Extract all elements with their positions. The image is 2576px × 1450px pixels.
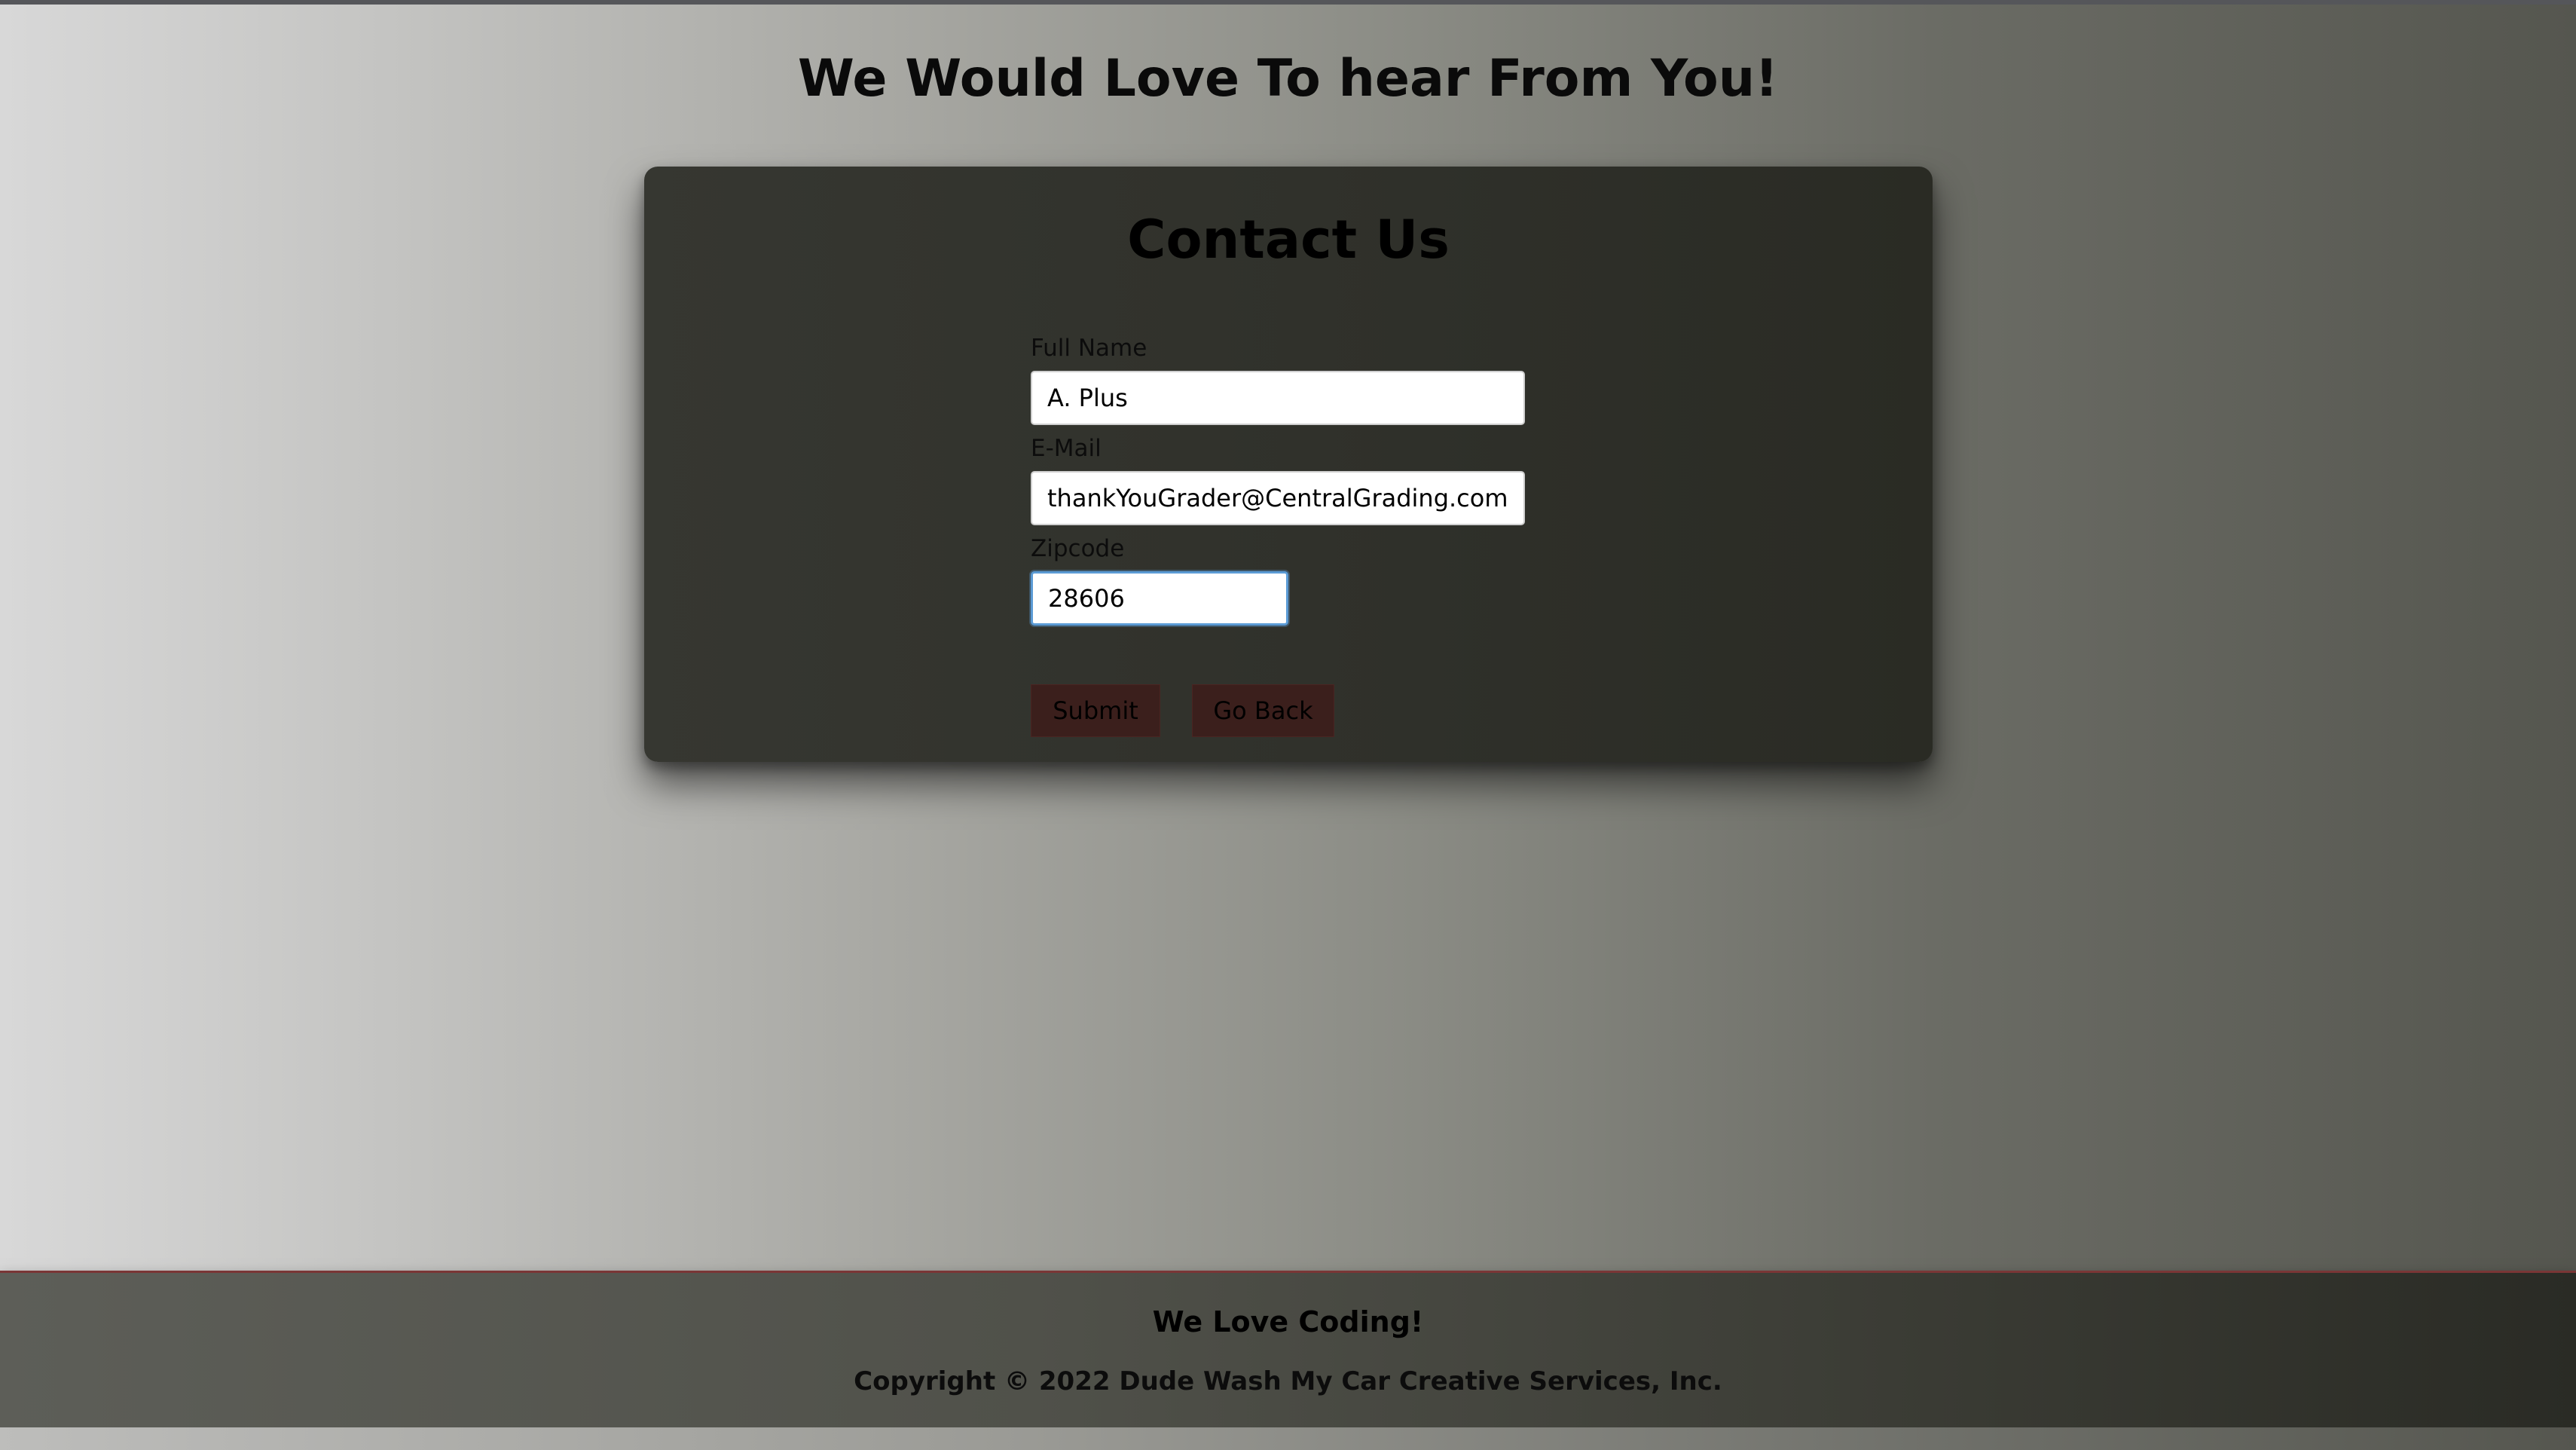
contact-form-card: Contact Us Full Name E-Mail Zipcode Subm… [644,167,1933,762]
zipcode-label: Zipcode [1031,535,1125,562]
full-name-input[interactable] [1031,371,1525,425]
footer-copyright: Copyright © 2022 Dude Wash My Car Creati… [854,1366,1722,1396]
page-heading: We Would Love To hear From You! [797,49,1779,109]
email-label: E-Mail [1031,435,1102,462]
page-footer: We Love Coding! Copyright © 2022 Dude Wa… [0,1271,2576,1430]
email-input[interactable] [1031,471,1525,525]
bottom-background-strip [0,1427,2576,1450]
go-back-button[interactable]: Go Back [1192,684,1334,737]
contact-form-title: Contact Us [1127,209,1450,271]
footer-tagline: We Love Coding! [1152,1305,1424,1338]
submit-button[interactable]: Submit [1031,684,1160,737]
top-border [0,0,2576,5]
full-name-label: Full Name [1031,335,1147,362]
zipcode-input[interactable] [1031,571,1288,626]
